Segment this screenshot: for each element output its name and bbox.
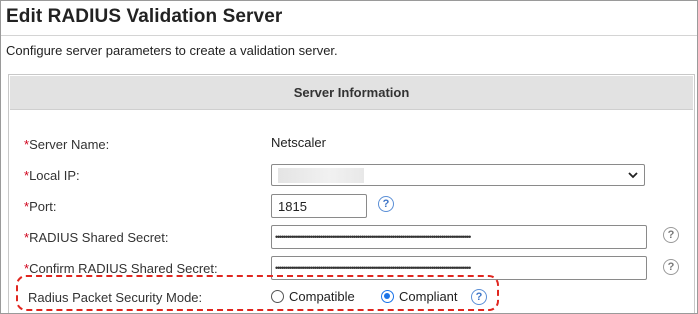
page-title: Edit RADIUS Validation Server xyxy=(6,6,283,27)
confirm-secret-input[interactable]: ••••••••••••••••••••••••••••••••••••••••… xyxy=(271,256,647,280)
radio-compliant-label: Compliant xyxy=(399,289,458,304)
radio-compatible[interactable]: Compatible xyxy=(271,289,355,304)
radio-compliant[interactable]: Compliant xyxy=(381,289,458,304)
server-name-value: Netscaler xyxy=(271,135,326,150)
question-circle-icon[interactable]: ? xyxy=(471,289,487,305)
local-ip-select[interactable] xyxy=(271,164,645,186)
security-mode-row: Radius Packet Security Mode: Compatible … xyxy=(9,285,694,311)
dialog-frame: Edit RADIUS Validation Server Configure … xyxy=(0,0,698,314)
shared-secret-row: *RADIUS Shared Secret: •••••••••••••••••… xyxy=(9,225,694,251)
local-ip-row: *Local IP: xyxy=(9,164,694,190)
question-circle-icon[interactable]: ? xyxy=(378,196,394,212)
panel-header: Server Information xyxy=(10,76,693,110)
server-name-label: *Server Name: xyxy=(24,137,110,152)
question-circle-icon[interactable]: ? xyxy=(663,227,679,243)
question-circle-icon[interactable]: ? xyxy=(663,259,679,275)
local-ip-value xyxy=(278,168,364,183)
confirm-secret-label: *Confirm RADIUS Shared Secret: xyxy=(24,261,218,276)
security-mode-label: Radius Packet Security Mode: xyxy=(28,290,203,305)
port-row: *Port: 1815 ? xyxy=(9,194,694,220)
server-information-panel: Server Information *Server Name: Netscal… xyxy=(8,74,695,313)
shared-secret-input[interactable]: ••••••••••••••••••••••••••••••••••••••••… xyxy=(271,225,647,249)
server-name-row: *Server Name: Netscaler xyxy=(9,131,694,157)
radio-compatible-circle[interactable] xyxy=(271,290,284,303)
port-input[interactable]: 1815 xyxy=(271,194,367,218)
local-ip-label: *Local IP: xyxy=(24,168,80,183)
page-subtitle: Configure server parameters to create a … xyxy=(6,43,338,58)
shared-secret-label: *RADIUS Shared Secret: xyxy=(24,230,169,245)
chevron-down-icon xyxy=(628,172,638,179)
radio-compliant-circle[interactable] xyxy=(381,290,394,303)
radio-compatible-label: Compatible xyxy=(289,289,355,304)
port-label: *Port: xyxy=(24,199,57,214)
confirm-secret-row: *Confirm RADIUS Shared Secret: •••••••••… xyxy=(9,256,694,282)
title-divider xyxy=(1,35,697,36)
